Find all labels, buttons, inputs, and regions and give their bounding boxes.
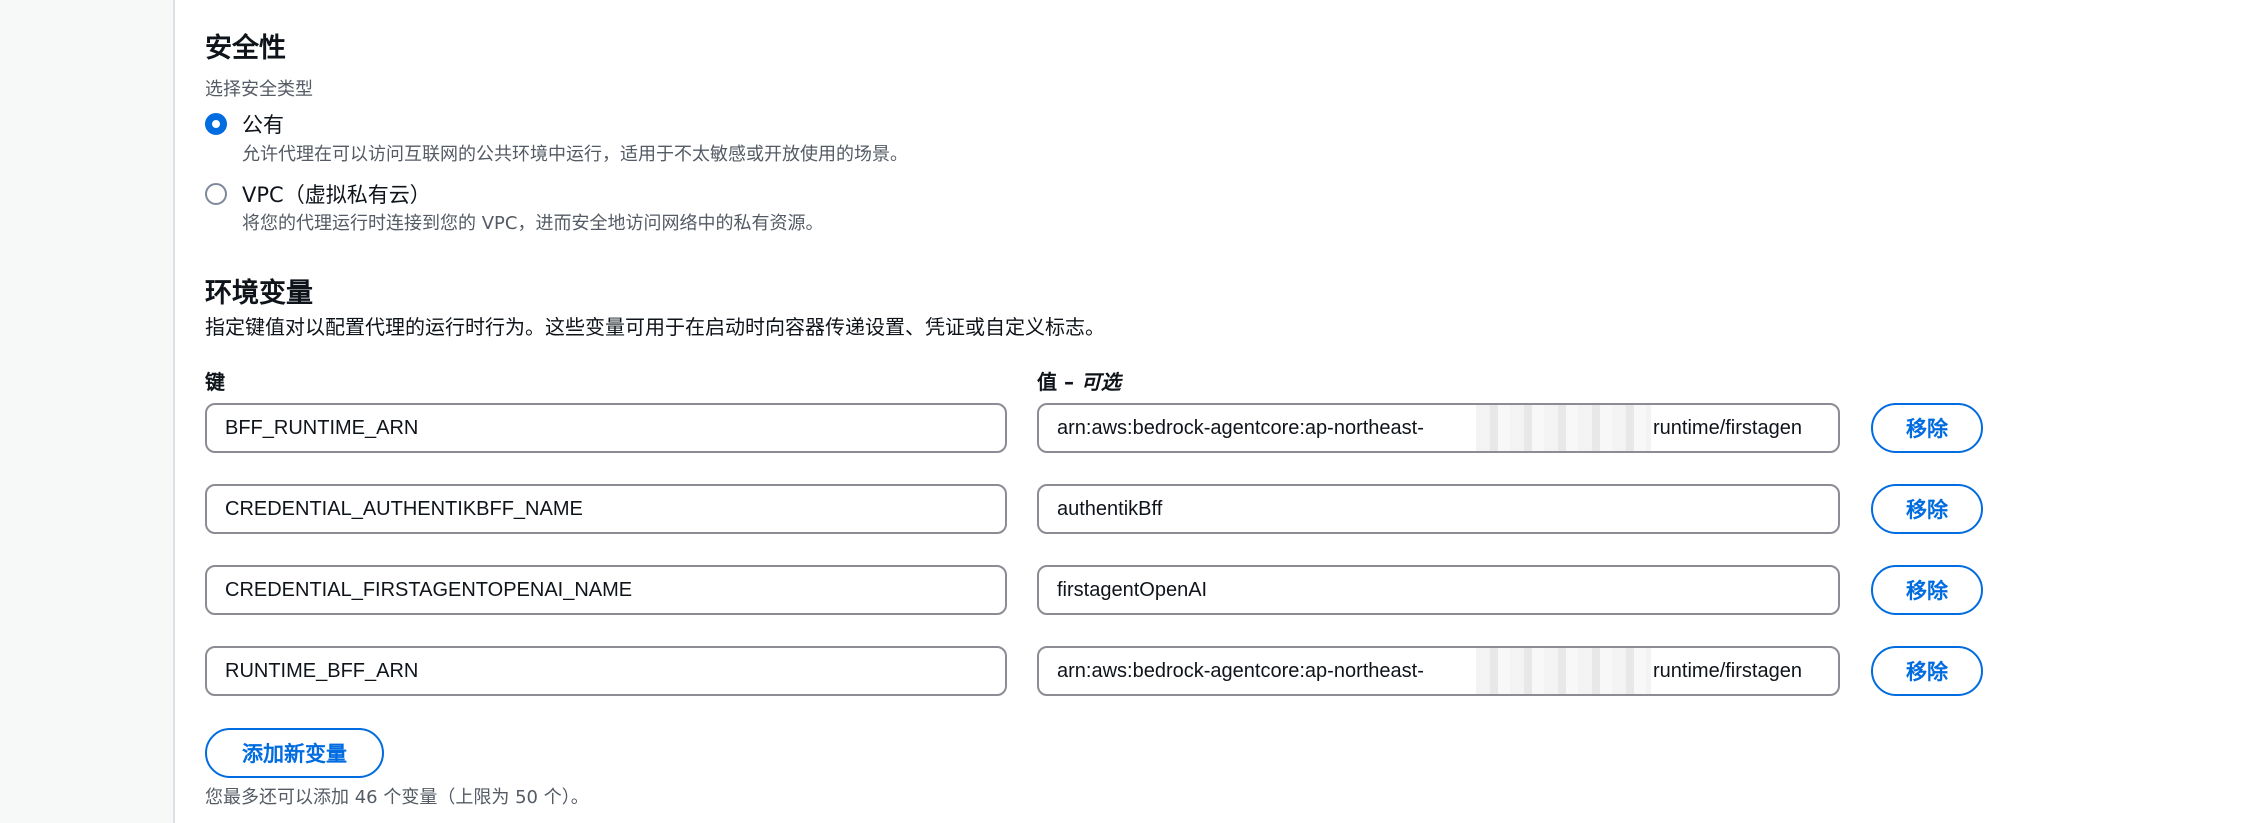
value-label-text: 值 [1037, 370, 1057, 394]
env-value-text: arn:aws:bedrock-agentcore:ap-northeast- [1057, 416, 1424, 439]
vpc-radio-button[interactable] [205, 183, 227, 205]
key-column-label: 键 [205, 370, 225, 394]
env-value-input-3[interactable]: firstagentOpenAI [1037, 565, 1840, 615]
env-key-value: CREDENTIAL_FIRSTAGENTOPENAI_NAME [225, 578, 633, 601]
remove-button-1[interactable]: 移除 [1871, 403, 1983, 453]
redacted-region [1476, 405, 1651, 451]
vpc-radio-label[interactable]: VPC（虚拟私有云） [242, 179, 431, 209]
env-value-input-4[interactable]: arn:aws:bedrock-agentcore:ap-northeast- … [1037, 646, 1840, 696]
env-value-input-1[interactable]: arn:aws:bedrock-agentcore:ap-northeast- … [1037, 403, 1840, 453]
env-section-description: 指定键值对以配置代理的运行时行为。这些变量可用于在启动时向容器传递设置、凭证或自… [205, 315, 1105, 339]
remove-button-2[interactable]: 移除 [1871, 484, 1983, 534]
env-value-suffix: runtime/firstagen [1651, 659, 1802, 683]
env-key-input-3[interactable]: CREDENTIAL_FIRSTAGENTOPENAI_NAME [205, 565, 1007, 615]
redacted-region [1476, 486, 1651, 532]
env-key-value: BFF_RUNTIME_ARN [225, 416, 419, 439]
variable-limit-hint: 您最多还可以添加 46 个变量（上限为 50 个）。 [205, 787, 589, 808]
public-option-description: 允许代理在可以访问互联网的公共环境中运行，适用于不太敏感或开放使用的场景。 [242, 144, 908, 165]
env-value-input-2[interactable]: authentikBff [1037, 484, 1840, 534]
remove-button-3[interactable]: 移除 [1871, 565, 1983, 615]
radio-option-vpc[interactable]: VPC（虚拟私有云） [205, 179, 431, 209]
env-value-text: authentikBff [1057, 497, 1163, 520]
radio-option-public[interactable]: 公有 [205, 109, 284, 139]
vpc-option-description: 将您的代理运行时连接到您的 VPC，进而安全地访问网络中的私有资源。 [242, 213, 824, 234]
env-key-value: CREDENTIAL_AUTHENTIKBFF_NAME [225, 497, 583, 520]
security-type-label: 选择安全类型 [205, 79, 313, 100]
public-radio-button[interactable] [205, 113, 227, 135]
add-variable-button[interactable]: 添加新变量 [205, 728, 384, 778]
side-navigation-panel [0, 0, 175, 823]
env-key-value: RUNTIME_BFF_ARN [225, 659, 419, 682]
redacted-region [1476, 648, 1651, 694]
env-key-input-2[interactable]: CREDENTIAL_AUTHENTIKBFF_NAME [205, 484, 1007, 534]
redacted-region [1476, 567, 1651, 613]
remove-button-4[interactable]: 移除 [1871, 646, 1983, 696]
value-optional-text: 可选 [1080, 370, 1121, 394]
security-section-title: 安全性 [205, 33, 286, 64]
env-value-text: arn:aws:bedrock-agentcore:ap-northeast- [1057, 659, 1424, 682]
env-value-suffix: runtime/firstagen [1651, 416, 1802, 440]
env-value-text: firstagentOpenAI [1057, 578, 1208, 601]
public-radio-label[interactable]: 公有 [242, 109, 284, 139]
env-key-input-4[interactable]: RUNTIME_BFF_ARN [205, 646, 1007, 696]
env-key-input-1[interactable]: BFF_RUNTIME_ARN [205, 403, 1007, 453]
value-column-label: 值 – 可选 [1037, 370, 1121, 394]
env-section-title: 环境变量 [205, 278, 313, 309]
